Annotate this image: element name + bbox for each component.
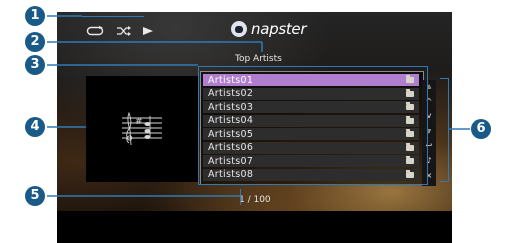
callout-6: 6	[471, 119, 491, 139]
callout-1: 1	[25, 6, 45, 26]
callout-leader-lines	[47, 15, 470, 197]
callout-5: 5	[25, 186, 45, 206]
callout-4: 4	[25, 117, 45, 137]
callout-3: 3	[25, 55, 45, 75]
callout-2: 2	[25, 32, 45, 52]
